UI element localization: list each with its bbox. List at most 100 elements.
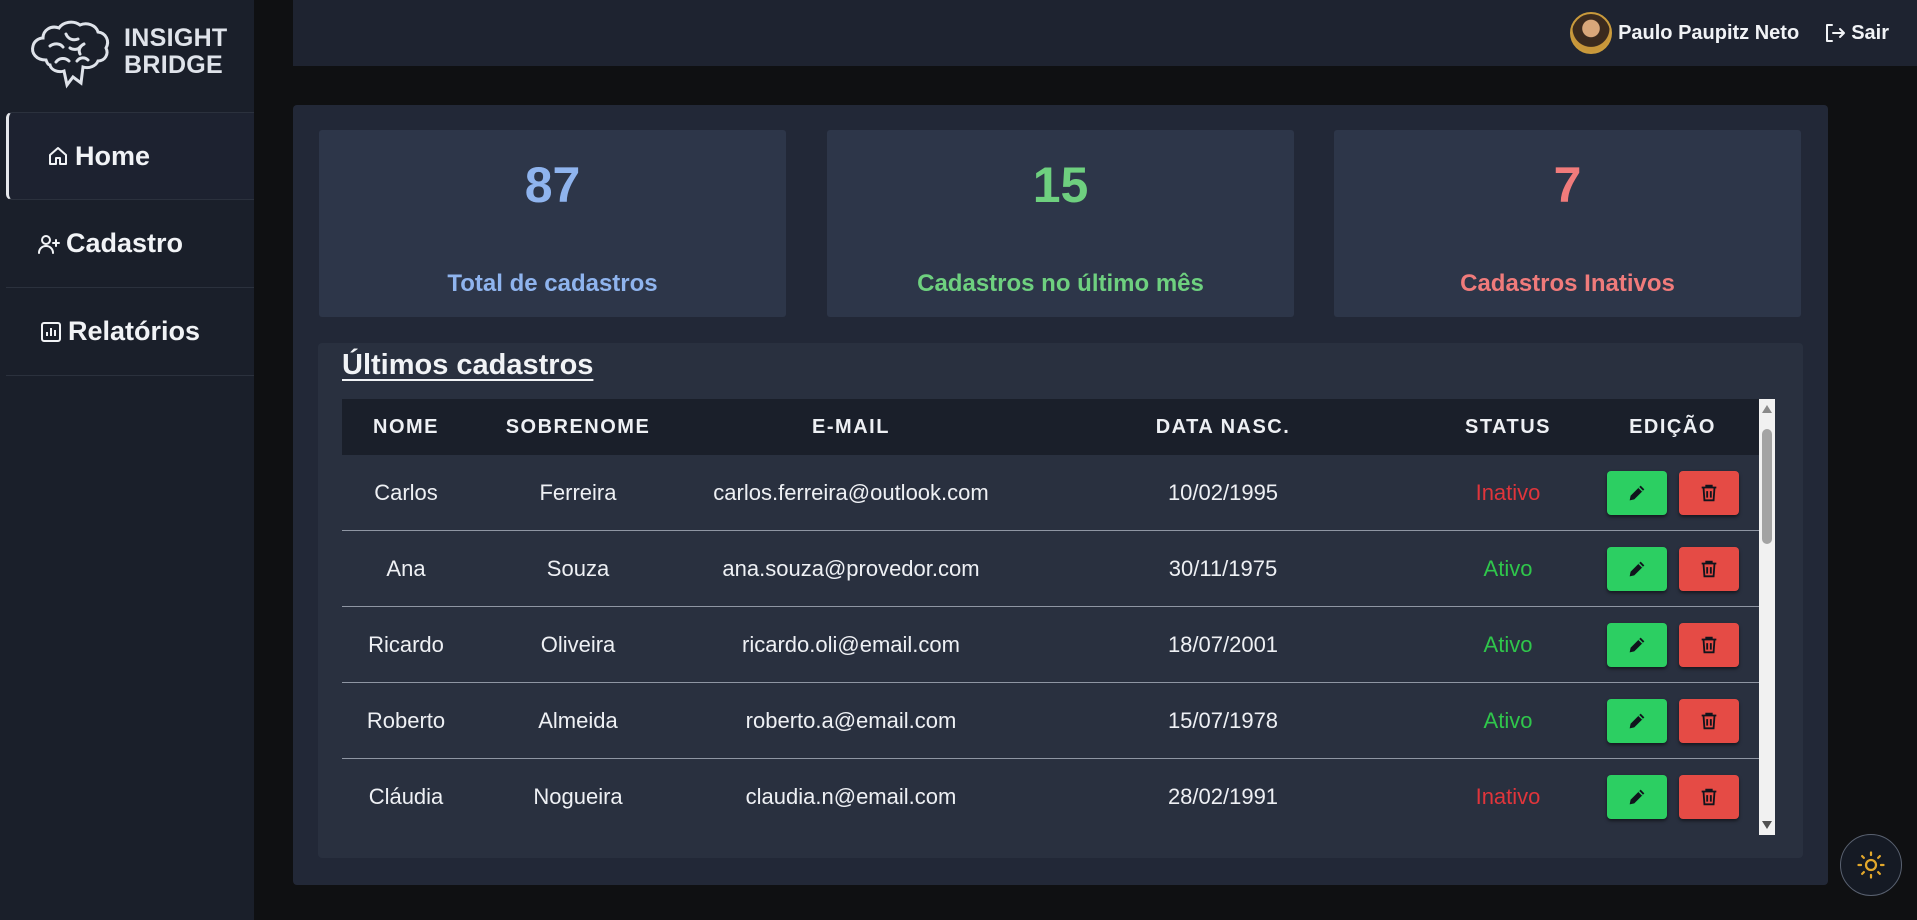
table-row: Ricardo Oliveira ricardo.oli@email.com 1… (342, 607, 1759, 683)
home-icon (45, 143, 71, 169)
pencil-icon (1629, 485, 1644, 500)
cell-sobrenome: Ferreira (539, 479, 617, 505)
pencil-icon (1629, 713, 1644, 728)
stat-label: Cadastros Inativos (1460, 270, 1675, 297)
cell-email: ricardo.oli@email.com (742, 631, 960, 657)
stat-card-last-month: 15 Cadastros no último mês (827, 130, 1294, 317)
logout-icon (1826, 24, 1846, 42)
sun-icon (1857, 851, 1885, 879)
table-row: Roberto Almeida roberto.a@email.com 15/0… (342, 683, 1759, 759)
sidebar-item-home[interactable]: Home (6, 112, 254, 200)
cell-status: Ativo (1483, 707, 1533, 733)
table-row: Carlos Ferreira carlos.ferreira@outlook.… (342, 455, 1759, 531)
cell-nome: Ana (386, 555, 426, 581)
cell-data-nasc: 30/11/1975 (1168, 555, 1278, 581)
cell-actions (1586, 775, 1759, 819)
stat-value: 87 (524, 157, 581, 213)
cell-status: Ativo (1483, 555, 1533, 581)
sidebar: INSIGHT BRIDGE Home Cadastro Relatórios (0, 0, 254, 920)
cell-sobrenome: Nogueira (533, 784, 623, 809)
user-name: Paulo Paupitz Neto (1618, 21, 1800, 44)
theme-toggle-button[interactable] (1840, 834, 1902, 896)
sidebar-nav: Home Cadastro Relatórios (6, 112, 254, 376)
stat-card-inactive: 7 Cadastros Inativos (1334, 130, 1801, 317)
cell-actions (1586, 698, 1759, 743)
delete-button[interactable] (1678, 546, 1739, 591)
cell-email: claudia.n@email.com (745, 784, 957, 809)
delete-button[interactable] (1678, 622, 1739, 667)
edit-button[interactable] (1606, 775, 1667, 819)
stat-card-total: 87 Total de cadastros (319, 130, 786, 317)
table-title: Últimos cadastros (342, 349, 594, 381)
cell-actions (1586, 546, 1759, 591)
scroll-up-arrow-icon[interactable] (1762, 405, 1772, 413)
cell-sobrenome: Oliveira (540, 631, 616, 657)
column-header: SOBRENOME (505, 415, 651, 438)
cell-nome: Roberto (366, 707, 446, 733)
logo[interactable]: INSIGHT BRIDGE (26, 12, 228, 92)
delete-button[interactable] (1678, 470, 1739, 515)
cell-data-nasc: 28/02/1991 (1167, 784, 1279, 809)
column-header: EDIÇÃO (1629, 415, 1716, 438)
sidebar-item-relatorios[interactable]: Relatórios (6, 288, 254, 376)
trash-icon (1701, 636, 1716, 653)
trash-icon (1701, 712, 1716, 729)
column-header: STATUS (1464, 415, 1552, 438)
user-area: Paulo Paupitz Neto Sair (1570, 0, 1889, 66)
cell-email: ana.souza@provedor.com (722, 555, 980, 581)
delete-button[interactable] (1678, 775, 1739, 819)
recent-registrations-card: Últimos cadastros NOME SOBRENOME E-MAIL … (318, 343, 1803, 858)
stat-label: Cadastros no último mês (917, 270, 1204, 297)
stat-label: Total de cadastros (447, 270, 658, 297)
logout-label: Sair (1851, 21, 1889, 44)
edit-button[interactable] (1606, 470, 1667, 515)
cell-status: Inativo (1475, 479, 1541, 505)
cell-nome: Carlos (374, 479, 438, 505)
pencil-icon (1629, 561, 1644, 576)
cell-sobrenome: Souza (546, 555, 610, 581)
edit-button[interactable] (1606, 546, 1667, 591)
brain-logo-icon (31, 20, 110, 89)
cell-data-nasc: 10/02/1995 (1167, 479, 1279, 505)
table-scrollbar[interactable] (1759, 399, 1775, 835)
cell-actions (1586, 470, 1759, 515)
logout-button[interactable]: Sair (1823, 21, 1889, 45)
column-header: DATA NASC. (1155, 415, 1291, 438)
top-bar: Paulo Paupitz Neto Sair (293, 0, 1917, 66)
column-header: NOME (373, 415, 439, 438)
cell-nome: Cláudia (368, 784, 444, 809)
sidebar-item-cadastro[interactable]: Cadastro (6, 200, 254, 288)
scrollbar-thumb[interactable] (1762, 429, 1772, 544)
cell-data-nasc: 18/07/2001 (1167, 631, 1279, 657)
sidebar-item-label: Relatórios (68, 316, 201, 346)
trash-icon (1701, 788, 1716, 806)
sidebar-item-label: Home (75, 140, 151, 171)
cell-status: Ativo (1483, 631, 1533, 657)
cell-email: carlos.ferreira@outlook.com (713, 479, 989, 505)
cell-status: Inativo (1475, 784, 1541, 809)
delete-button[interactable] (1678, 698, 1739, 743)
report-icon (38, 319, 64, 345)
user-plus-icon (36, 231, 62, 257)
pencil-icon (1629, 789, 1644, 805)
registrations-table: NOME SOBRENOME E-MAIL DATA NASC. STATUS … (342, 399, 1775, 835)
cell-sobrenome: Almeida (538, 707, 618, 733)
table-row: Cláudia Nogueira claudia.n@email.com 28/… (342, 759, 1759, 835)
brand-line-1: INSIGHT (124, 24, 228, 52)
cell-email: roberto.a@email.com (745, 707, 957, 733)
scroll-down-arrow-icon[interactable] (1762, 821, 1772, 829)
avatar[interactable] (1570, 12, 1613, 54)
column-header: E-MAIL (812, 415, 890, 438)
table-row: Ana Souza ana.souza@provedor.com 30/11/1… (342, 531, 1759, 607)
trash-icon (1701, 484, 1716, 501)
table-header: NOME SOBRENOME E-MAIL DATA NASC. STATUS … (342, 399, 1759, 455)
edit-button[interactable] (1606, 698, 1667, 743)
cell-actions (1586, 622, 1759, 667)
dashboard-panel: 87 Total de cadastros 15 Cadastros no úl… (293, 105, 1828, 885)
edit-button[interactable] (1606, 622, 1667, 667)
sidebar-item-label: Cadastro (66, 228, 184, 258)
cell-data-nasc: 15/07/1978 (1167, 707, 1279, 733)
brand-line-2: BRIDGE (124, 51, 224, 79)
cell-nome: Ricardo (368, 631, 444, 657)
stat-value: 15 (1032, 157, 1089, 213)
